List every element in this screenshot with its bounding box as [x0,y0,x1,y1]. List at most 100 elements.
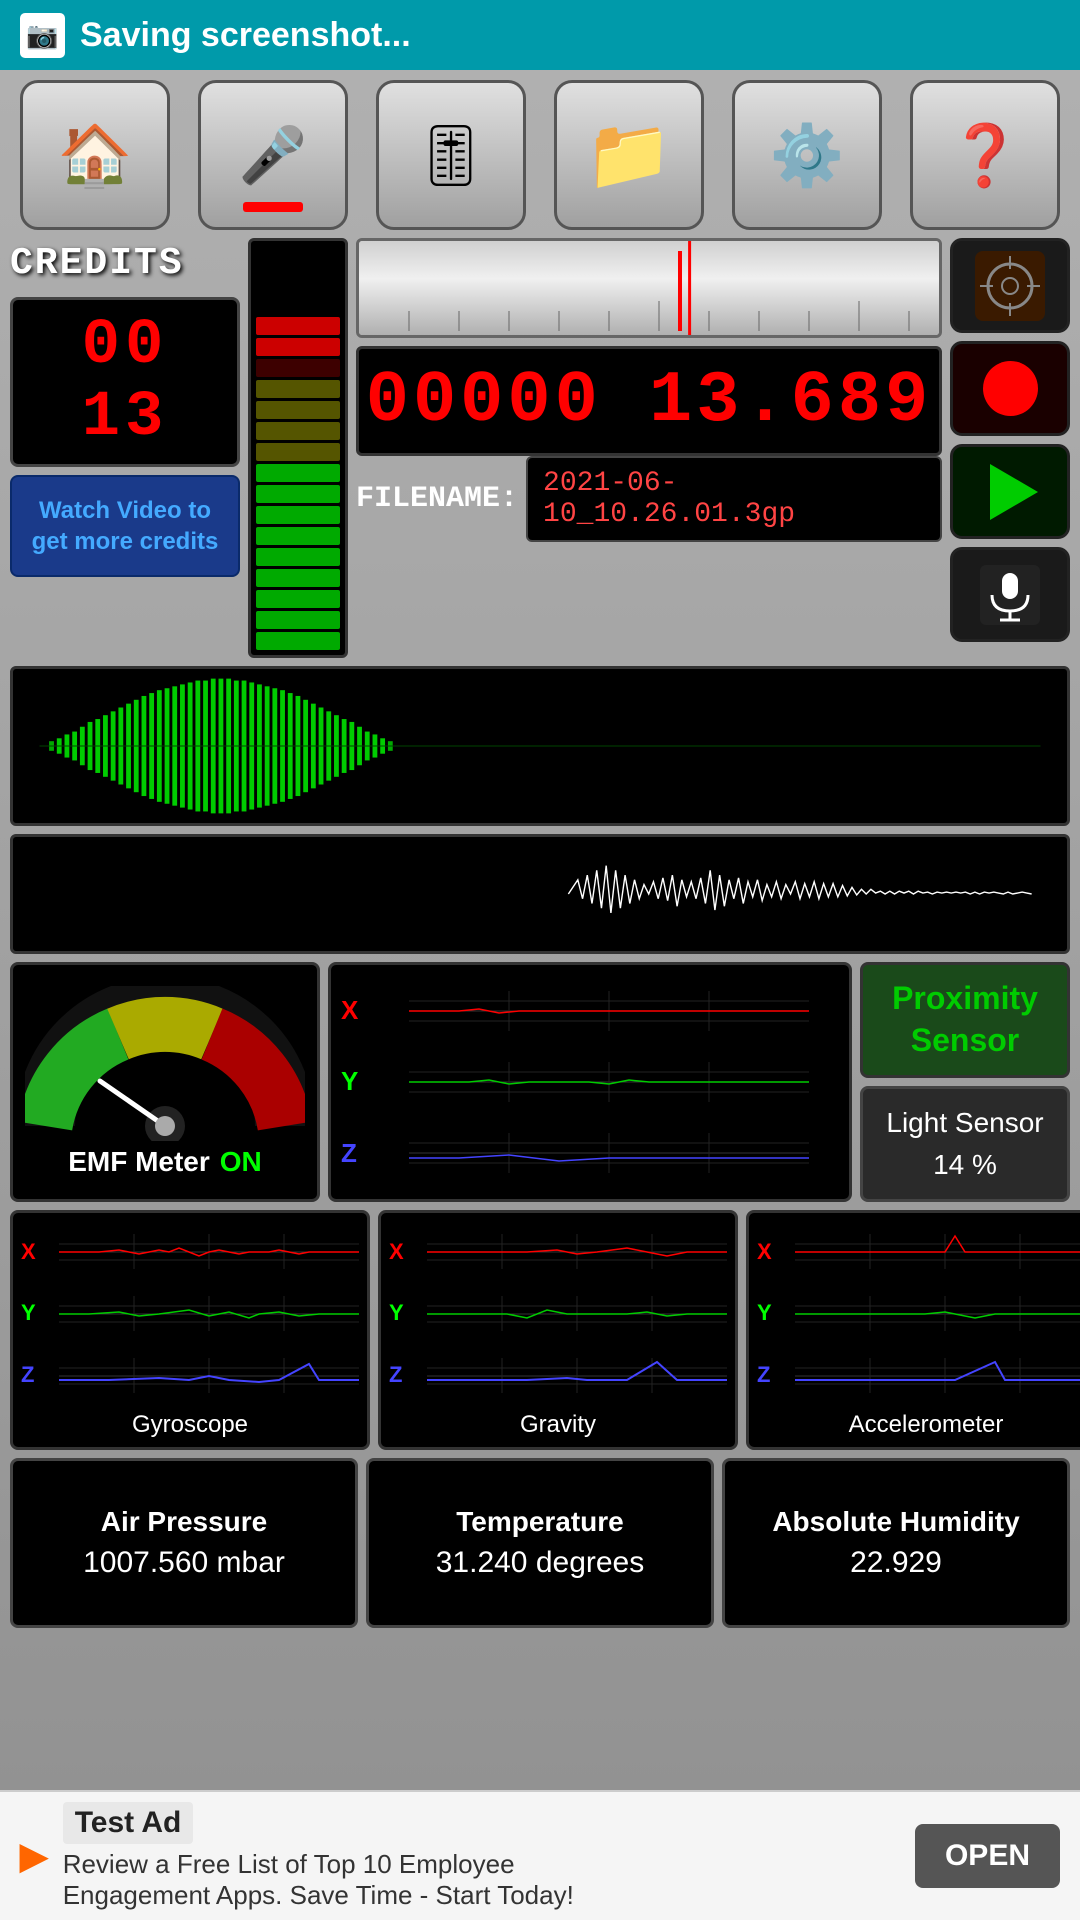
grav-y-svg [427,1296,727,1331]
ad-subtitle: Review a Free List of Top 10 EmployeeEng… [63,1849,900,1911]
y-label: Y [341,1066,371,1097]
emf-gauge-svg [25,986,305,1141]
accel-lines: X Y [757,1221,1080,1406]
emf-label: EMF Meter [68,1146,210,1178]
gyro-x-row: X [21,1234,359,1269]
play-button[interactable] [950,444,1070,539]
x-row: X [341,991,839,1031]
ad-title: Test Ad [63,1802,194,1844]
proximity-light-column: ProximitySensor Light Sensor 14 % [860,962,1070,1202]
accel-x-row: X [757,1234,1080,1269]
gravity-label: Gravity [389,1411,727,1439]
mic-icon [980,565,1040,625]
accel-y-label: Y [757,1300,787,1326]
accel-z-row: Z [757,1358,1080,1393]
accelerometer-label: Accelerometer [757,1411,1080,1439]
grav-x-label: X [389,1239,419,1265]
grav-y-row: Y [389,1296,727,1331]
gyro-z-svg [59,1358,359,1393]
air-pressure-value: 1007.560 mbar [83,1546,285,1580]
grav-y-label: Y [389,1300,419,1326]
humidity-label: Absolute Humidity [772,1506,1019,1538]
environment-row: Air Pressure 1007.560 mbar Temperature 3… [10,1458,1070,1628]
filename-label: FILENAME: [356,482,518,516]
xyz-chart: X Y [328,962,852,1202]
settings-button[interactable]: ⚙️ [732,80,882,230]
z-label: Z [341,1138,371,1169]
ad-text: Test Ad Review a Free List of Top 10 Emp… [63,1802,900,1911]
ruler-svg [359,241,939,335]
accel-x-label: X [757,1239,787,1265]
gyroscope-chart: X Y [10,1210,370,1450]
gyro-y-row: Y [21,1296,359,1331]
gyro-y-svg [59,1296,359,1331]
waveform-display [356,238,942,338]
y-row: Y [341,1062,839,1102]
record-button[interactable] [950,341,1070,436]
counter-display: 00000 13.689 [356,346,942,456]
playhead [678,251,682,331]
proximity-sensor: ProximitySensor [860,962,1070,1078]
x-label: X [341,995,371,1026]
temperature-box: Temperature 31.240 degrees [366,1458,714,1628]
gyro-y-label: Y [21,1300,51,1326]
credits-value: 00 13 [23,310,227,454]
ad-arrow-icon: ▶ [20,1835,48,1877]
ad-open-button[interactable]: OPEN [915,1824,1060,1888]
accel-z-label: Z [757,1362,787,1388]
accel-y-row: Y [757,1296,1080,1331]
gyro-x-svg [59,1234,359,1269]
filename-row: FILENAME: 2021-06-10_10.26.01.3gp [356,464,942,534]
sensors-row: EMF Meter ON X [10,962,1070,1202]
humidity-value: 22.929 [850,1546,942,1580]
waveform-visualization: // We'll draw these as inline rects appr… [10,666,1070,826]
viewfinder-icon [975,251,1045,321]
emf-label-row: EMF Meter ON [68,1146,262,1178]
gyro-z-row: Z [21,1358,359,1393]
grav-z-row: Z [389,1358,727,1393]
absolute-humidity-box: Absolute Humidity 22.929 [722,1458,1070,1628]
counter-value: 00000 13.689 [366,360,932,442]
main-container: 🏠 🎤 🎚 📁 ⚙️ ❓ CREDITS 00 13 Watch Video t… [0,70,1080,1920]
z-line-svg [379,1133,839,1173]
center-panel: 00000 13.689 FILENAME: 2021-06-10_10.26.… [356,238,942,658]
gyroscope-lines: X Y [21,1221,359,1406]
vu-meter [248,238,348,658]
watch-video-button[interactable]: Watch Video toget more credits [10,475,240,577]
grav-x-row: X [389,1234,727,1269]
status-bar: 📷 Saving screenshot... [0,0,1080,70]
emf-status: ON [220,1146,262,1178]
filename-value: 2021-06-10_10.26.01.3gp [526,456,942,542]
home-button[interactable]: 🏠 [20,80,170,230]
temperature-label: Temperature [456,1506,624,1538]
light-sensor-text: Light Sensor 14 % [886,1102,1043,1186]
grav-x-svg [427,1234,727,1269]
help-button[interactable]: ❓ [910,80,1060,230]
credits-label: CREDITS [10,238,240,289]
temperature-value: 31.240 degrees [436,1546,645,1580]
y-line-svg [379,1062,839,1102]
proximity-text: ProximitySensor [892,978,1038,1061]
gyro-z-label: Z [21,1362,51,1388]
folder-button[interactable]: 📁 [554,80,704,230]
gyroscope-label: Gyroscope [21,1411,359,1439]
mixer-button[interactable]: 🎚 [376,80,526,230]
light-sensor: Light Sensor 14 % [860,1086,1070,1202]
mic-button[interactable] [950,547,1070,642]
playback-waveform [10,834,1070,954]
credits-display: 00 13 [10,297,240,467]
accel-z-svg [795,1358,1080,1393]
viewfinder-button[interactable] [950,238,1070,333]
z-row: Z [341,1133,839,1173]
status-icon: 📷 [20,13,65,58]
gyro-x-label: X [21,1239,51,1265]
accel-y-svg [795,1296,1080,1331]
waveform-svg: // We'll draw these as inline rects appr… [13,669,1067,823]
left-panel: CREDITS 00 13 Watch Video toget more cre… [10,238,240,658]
grav-z-label: Z [389,1362,419,1388]
ad-banner: ▶ Test Ad Review a Free List of Top 10 E… [0,1790,1080,1920]
grav-z-svg [427,1358,727,1393]
microphone-button[interactable]: 🎤 [198,80,348,230]
accel-x-svg [795,1234,1080,1269]
right-panel [950,238,1070,658]
